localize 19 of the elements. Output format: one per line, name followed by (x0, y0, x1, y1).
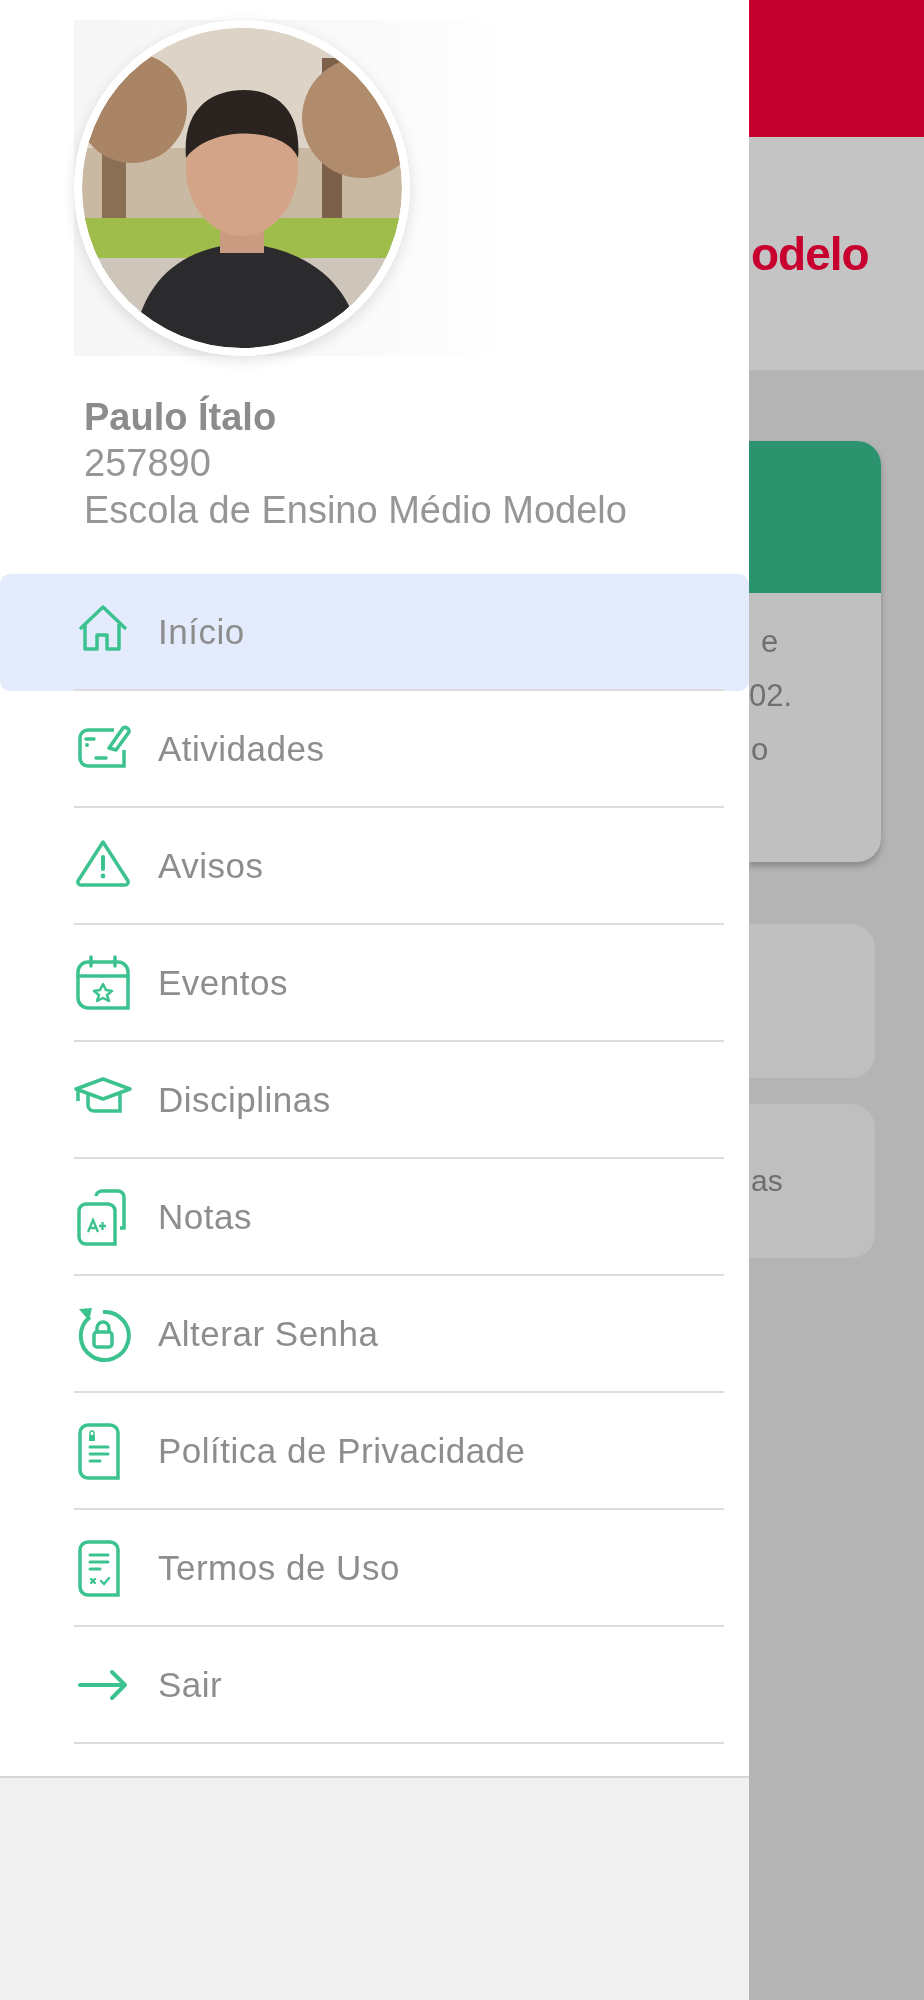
school-name: Escola de Ensino Médio Modelo (84, 488, 628, 533)
card-text: 02. (749, 677, 794, 715)
menu-item[interactable]: Notas (0, 1159, 749, 1276)
menu-item[interactable]: Início (0, 574, 749, 691)
registration-number: 257890 (84, 441, 212, 486)
logo-text: odelo (751, 226, 869, 281)
menu-item[interactable]: Avisos (0, 808, 749, 925)
user-name: Paulo Ítalo (84, 394, 278, 440)
tile-text: as (751, 1164, 783, 1198)
menu-item[interactable]: Termos de Uso (0, 1510, 749, 1627)
menu-item[interactable]: Atividades (0, 691, 749, 808)
menu-item[interactable]: Alterar Senha (0, 1276, 749, 1393)
card-text: o (751, 731, 770, 769)
menu-item[interactable]: Eventos (0, 925, 749, 1042)
menu-item[interactable]: Disciplinas (0, 1042, 749, 1159)
menu-item[interactable]: Sair (0, 1627, 749, 1744)
card-text: e (760, 623, 780, 661)
menu-item[interactable]: Política de Privacidade (0, 1393, 749, 1510)
calendar-star-icon (74, 953, 132, 1012)
